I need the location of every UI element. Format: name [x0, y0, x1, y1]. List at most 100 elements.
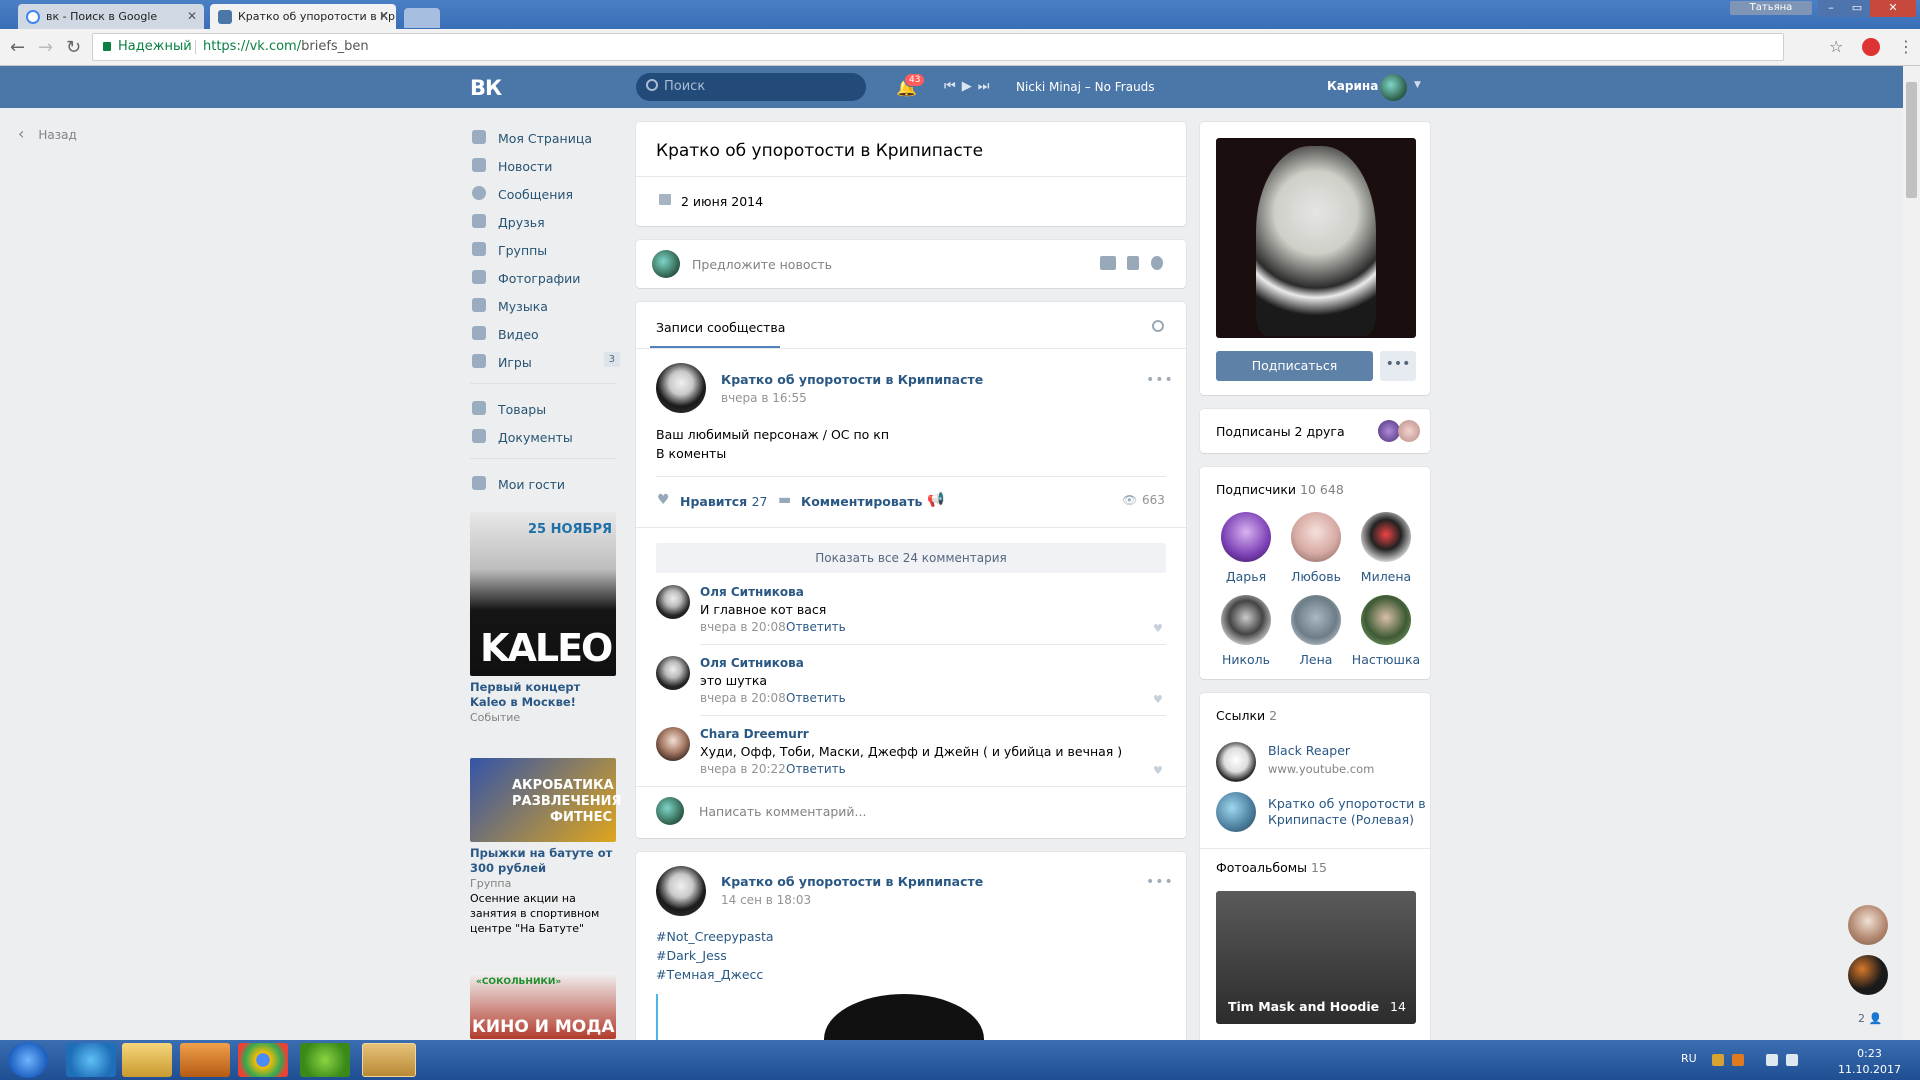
chevron-down-icon[interactable]: ▼ [1414, 80, 1421, 90]
post-author[interactable]: Кратко об упоротости в Крипипасте [721, 874, 983, 889]
ad-sokolniki[interactable]: «СОКОЛЬНИКИ» КИНО И МОДА [470, 973, 616, 1039]
avatar[interactable] [1380, 74, 1407, 101]
scrollbar[interactable] [1903, 66, 1920, 1040]
avatar[interactable] [1378, 420, 1400, 442]
minimize-button[interactable]: – [1818, 0, 1844, 17]
avatar[interactable] [1216, 742, 1256, 782]
subscribers-title[interactable]: Подписчики 10 648 [1216, 482, 1344, 497]
ad-image[interactable]: «СОКОЛЬНИКИ» КИНО И МОДА [470, 973, 616, 1039]
ad-trampoline[interactable]: АКРОБАТИКА РАЗВЛЕЧЕНИЯ ФИТНЕС Прыжки на … [470, 758, 622, 936]
sidebar-item-goods[interactable]: Товары [470, 397, 620, 421]
suggest-news-input[interactable]: Предложите новость [692, 257, 832, 272]
heart-icon[interactable]: ♥ [1153, 764, 1163, 777]
sidebar-item-news[interactable]: Новости [470, 154, 620, 178]
clock[interactable]: 0:23 11.10.2017 [1838, 1046, 1901, 1078]
search-icon[interactable] [1152, 320, 1164, 332]
music-icon[interactable] [1151, 256, 1163, 270]
post-time[interactable]: вчера в 16:55 [721, 391, 807, 405]
avatar[interactable] [1361, 595, 1411, 645]
internet-explorer-icon[interactable] [66, 1043, 116, 1077]
group-avatar-image[interactable] [1216, 138, 1416, 338]
link-title[interactable]: Кратко об упоротости в [1268, 796, 1426, 812]
user-name[interactable]: Карина [1327, 79, 1378, 93]
chat-avatar[interactable] [1848, 955, 1888, 995]
sidebar-item-guests[interactable]: Мои гости [470, 472, 620, 496]
heart-icon[interactable]: ♥ [1153, 693, 1163, 706]
more-actions-button[interactable]: ••• [1380, 351, 1416, 381]
comment-author[interactable]: Chara Dreemurr [700, 727, 809, 741]
more-icon[interactable]: ••• [1146, 874, 1174, 890]
sidebar-item-documents[interactable]: Документы [470, 425, 620, 449]
post-author[interactable]: Кратко об упоротости в Крипипасте [721, 372, 983, 387]
reload-icon[interactable]: ↻ [66, 37, 81, 58]
vk-logo[interactable]: ВК [470, 76, 504, 100]
reply-link[interactable]: Ответить [786, 691, 846, 705]
comment-author[interactable]: Оля Ситникова [700, 656, 804, 670]
hashtag-link[interactable]: #Темная_Джесс [656, 967, 763, 982]
avatar[interactable] [1216, 792, 1256, 832]
back-link[interactable]: ‹ Назад [18, 124, 77, 143]
current-track[interactable]: Nicki Minaj – No Frauds [1016, 80, 1155, 94]
comment-time[interactable]: вчера в 20:08 [700, 620, 786, 634]
comment-time[interactable]: вчера в 20:22 [700, 762, 786, 776]
show-all-comments-button[interactable]: Показать все 24 комментария [656, 543, 1166, 573]
write-comment-input[interactable]: Написать комментарий... [699, 804, 866, 819]
ad-kaleo[interactable]: 25 НОЯБРЯ KALEO Первый концерт Kaleo в М… [470, 512, 616, 725]
avatar[interactable] [656, 656, 690, 690]
sidebar-item-messages[interactable]: Сообщения [470, 182, 620, 206]
links-title[interactable]: Ссылки 2 [1216, 708, 1277, 723]
close-window-button[interactable]: ✕ [1870, 0, 1916, 17]
album-name[interactable]: Tim Mask and Hoodie [1228, 999, 1379, 1014]
link-title-line2[interactable]: Крипипасте (Ролевая) [1268, 812, 1414, 828]
reply-link[interactable]: Ответить [786, 620, 846, 634]
ad-image[interactable]: 25 НОЯБРЯ KALEO [470, 512, 616, 676]
sidebar-item-my-page[interactable]: Моя Страница [470, 126, 620, 150]
media-player-icon[interactable] [180, 1043, 230, 1077]
browser-menu-icon[interactable]: ⋮ [1898, 37, 1914, 56]
ad-title[interactable]: Первый концерт Kaleo в Москве! [470, 680, 616, 710]
forward-arrow-icon[interactable]: → [38, 37, 53, 58]
avatar[interactable] [656, 363, 706, 413]
sidebar-item-photos[interactable]: Фотографии [470, 266, 620, 290]
comment-author[interactable]: Оля Ситникова [700, 585, 804, 599]
network-icon[interactable] [1766, 1054, 1778, 1066]
avatar[interactable] [656, 585, 690, 619]
adblock-icon[interactable] [1862, 38, 1880, 56]
close-tab-icon[interactable]: ✕ [379, 9, 389, 23]
ad-title[interactable]: Прыжки на батуте от 300 рублей [470, 846, 616, 876]
reply-link[interactable]: Ответить [786, 762, 846, 776]
comment-time[interactable]: вчера в 20:08 [700, 691, 786, 705]
subscriber-name[interactable]: Лена [1281, 652, 1351, 667]
volume-icon[interactable] [1786, 1054, 1798, 1066]
subscriber-name[interactable]: Дарья [1211, 569, 1281, 584]
camera-icon[interactable] [1100, 256, 1116, 270]
utorrent-icon[interactable] [300, 1043, 350, 1077]
tray-icon[interactable] [1732, 1054, 1744, 1066]
post-time[interactable]: 14 сен в 18:03 [721, 893, 811, 907]
maximize-button[interactable]: ▭ [1844, 0, 1870, 17]
language-indicator[interactable]: RU [1681, 1052, 1697, 1065]
subscriber-name[interactable]: Николь [1211, 652, 1281, 667]
browser-tab-google[interactable]: вк - Поиск в Google ✕ [18, 4, 204, 29]
share-icon[interactable]: 📢 [927, 492, 944, 508]
video-icon[interactable] [1127, 256, 1139, 270]
subscriber-name[interactable]: Настюшка [1351, 652, 1421, 667]
friends-subscribed-text[interactable]: Подписаны 2 друга [1216, 424, 1345, 439]
back-arrow-icon[interactable]: ← [10, 37, 25, 58]
comment-button[interactable]: Комментировать [801, 494, 922, 509]
albums-title[interactable]: Фотоальбомы 15 [1216, 860, 1327, 875]
avatar[interactable] [1221, 595, 1271, 645]
active-window-icon[interactable] [362, 1043, 416, 1077]
avatar[interactable] [656, 727, 690, 761]
subscribe-button[interactable]: Подписаться [1216, 351, 1373, 381]
tray-icon[interactable] [1712, 1054, 1724, 1066]
comment-icon[interactable]: ▬ [778, 492, 791, 508]
avatar[interactable] [1291, 595, 1341, 645]
hashtag-link[interactable]: #Not_Creepypasta [656, 929, 774, 944]
heart-icon[interactable]: ♥ [657, 492, 670, 508]
url-text[interactable]: https://vk.com/briefs_ben [203, 39, 369, 54]
chat-avatar[interactable] [1848, 905, 1888, 945]
bookmark-star-icon[interactable]: ☆ [1829, 37, 1843, 56]
browser-tab-vk[interactable]: Кратко об упоротости в Крипипасте ✕ [210, 4, 396, 29]
new-tab-button[interactable] [404, 8, 440, 28]
